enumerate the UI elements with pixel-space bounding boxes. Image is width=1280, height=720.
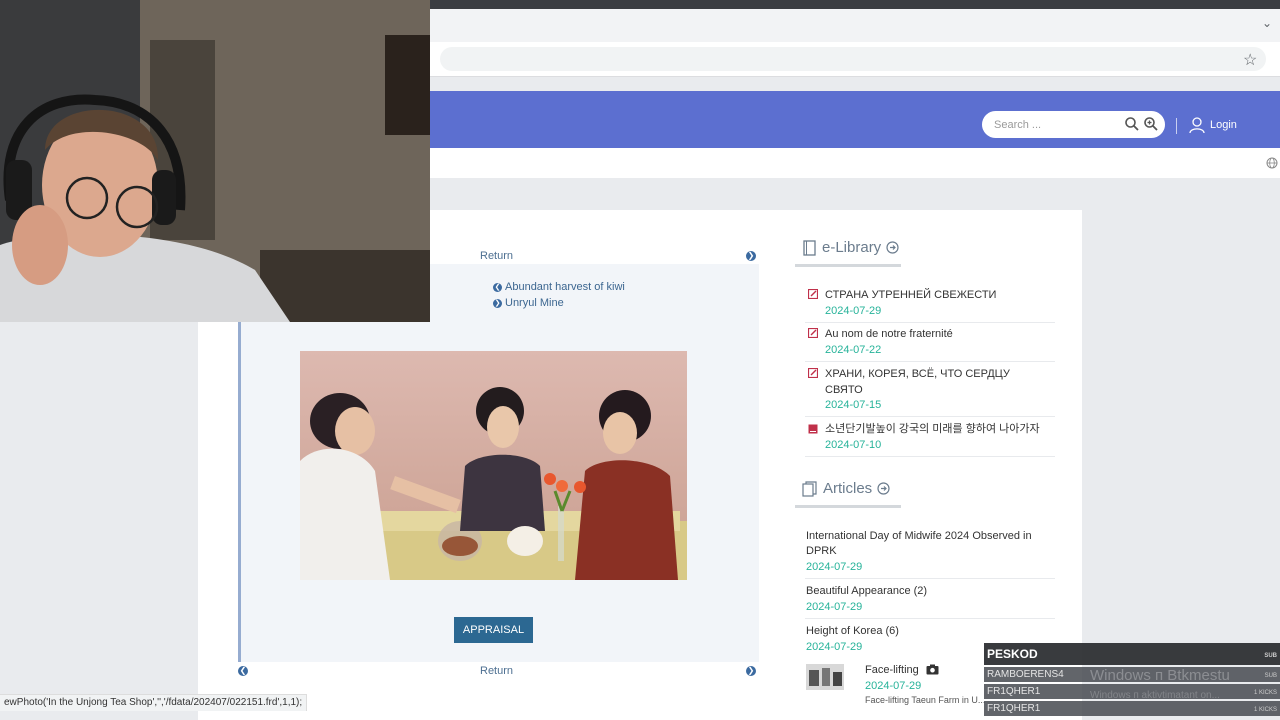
chat-user-name: RAMBOERENS4: [987, 669, 1064, 680]
chat-tag: SUB: [1264, 653, 1277, 659]
divider: [805, 578, 1055, 579]
prev-arrow-icon[interactable]: ❮: [238, 666, 248, 676]
chat-tag: 1 KICKS: [1253, 690, 1277, 696]
elibrary-item-date: 2024-07-15: [825, 399, 882, 411]
chat-tag: SUB: [1264, 673, 1277, 679]
photo-article-date: 2024-07-29: [865, 680, 922, 692]
article-item-title[interactable]: International Day of Midwife 2024 Observ…: [806, 529, 1046, 559]
circle-arrow-icon: [886, 241, 899, 254]
elibrary-item-title[interactable]: 소년단기발높이 강국의 미래를 향하여 나아가자: [825, 421, 1040, 437]
next-arrow-icon: ❯: [493, 298, 502, 308]
user-icon: [1189, 117, 1205, 134]
browser-status-bar: ewPhoto('In the Unjong Tea Shop','','/fd…: [0, 694, 308, 711]
next-arrow-icon[interactable]: ❯: [746, 666, 756, 676]
bookmark-star-icon[interactable]: ☆: [1243, 50, 1257, 70]
heading-underline: [795, 264, 901, 267]
article-item-title[interactable]: Height of Korea (6): [806, 624, 899, 639]
prev-arrow-icon: ❮: [493, 282, 502, 292]
appraisal-button[interactable]: APPRAISAL: [454, 617, 533, 643]
closed-book-icon: [808, 424, 818, 434]
article-photo[interactable]: [300, 351, 687, 580]
advanced-search-icon[interactable]: [1143, 116, 1159, 132]
elibrary-item-date: 2024-07-22: [825, 344, 882, 356]
photo-article-caption: Face-lifting Taeun Farm in U...: [865, 695, 986, 705]
globe-icon[interactable]: [1266, 157, 1278, 169]
elibrary-item-date: 2024-07-29: [825, 305, 882, 317]
article-item-date: 2024-07-29: [806, 561, 863, 573]
chat-user-row: FR1QHER1 1 KICKS: [984, 701, 1280, 716]
elibrary-item-title[interactable]: ХРАНИ, КОРЕЯ, ВСЁ, ЧТО СЕРДЦУ СВЯТО: [825, 366, 1015, 398]
edit-book-icon: [808, 289, 818, 299]
documents-icon: [802, 480, 817, 497]
book-outline-icon: [803, 239, 816, 256]
article-item-date: 2024-07-29: [806, 641, 863, 653]
divider: [805, 322, 1055, 323]
search-box: [982, 111, 1165, 138]
edit-book-icon: [808, 368, 818, 378]
webcam-overlay: [0, 0, 430, 322]
activation-watermark-sub: Windows п aktivtimatant on...: [1090, 690, 1220, 701]
related-link-mine[interactable]: ❯ Unryul Mine: [493, 297, 564, 309]
divider: [805, 456, 1055, 457]
camera-icon: [926, 664, 939, 675]
activation-watermark: Windows п Btkmestu: [1090, 667, 1230, 684]
elibrary-item-date: 2024-07-10: [825, 439, 882, 451]
login-button[interactable]: Login: [1188, 116, 1237, 134]
address-bar-input[interactable]: [440, 47, 1266, 71]
articles-title: Articles: [823, 480, 873, 497]
heading-underline: [795, 505, 901, 508]
articles-heading[interactable]: Articles: [802, 480, 890, 497]
divider: [805, 361, 1055, 362]
article-item-date: 2024-07-29: [806, 601, 863, 613]
divider: [805, 618, 1055, 619]
elibrary-title: e-Library: [822, 239, 882, 256]
search-icon[interactable]: [1124, 116, 1140, 132]
chat-user-name: FR1QHER1: [987, 703, 1041, 714]
chat-header-name: PESKOD: [987, 647, 1038, 661]
elibrary-item-title[interactable]: Au nom de notre fraternité: [825, 326, 953, 342]
article-thumbnail[interactable]: [806, 664, 844, 690]
site-nav-bar: [430, 148, 1280, 178]
edit-book-icon: [808, 328, 818, 338]
next-arrow-icon[interactable]: ❯: [746, 251, 756, 261]
article-item-title[interactable]: Beautiful Appearance (2): [806, 584, 927, 599]
circle-arrow-icon: [877, 482, 890, 495]
chat-tag: 1 KICKS: [1253, 707, 1277, 713]
related-link-kiwi[interactable]: ❮ Abundant harvest of kiwi: [493, 281, 625, 293]
elibrary-heading[interactable]: e-Library: [803, 239, 899, 256]
tab-list-chevron-icon[interactable]: ⌄: [1262, 16, 1272, 30]
tab-strip: [430, 9, 1280, 42]
elibrary-item-title[interactable]: СТРАНА УТРЕННЕЙ СВЕЖЕСТИ: [825, 287, 996, 303]
chat-header: PESKOD SUB: [984, 643, 1280, 665]
return-link-bottom[interactable]: Return: [480, 665, 513, 677]
header-divider: [1176, 118, 1177, 134]
divider: [805, 416, 1055, 417]
chat-user-name: FR1QHER1: [987, 686, 1041, 697]
related-link-label: Abundant harvest of kiwi: [505, 281, 625, 293]
search-input[interactable]: [992, 115, 1116, 135]
photo-article-title[interactable]: Face-lifting: [865, 663, 919, 678]
return-link-top[interactable]: Return: [480, 250, 513, 262]
login-label: Login: [1210, 119, 1237, 131]
related-link-label: Unryul Mine: [505, 297, 564, 309]
